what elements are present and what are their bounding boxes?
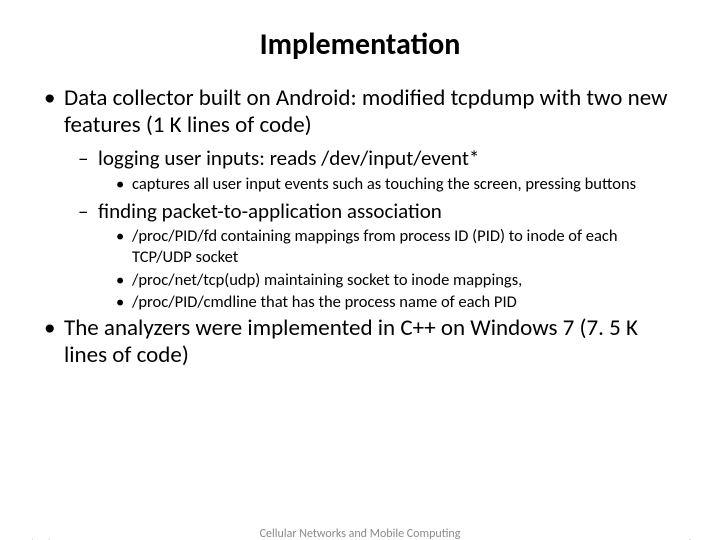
slide-content: Data collector built on Android: modifie…	[0, 85, 720, 369]
slide-title: Implementation	[0, 26, 720, 63]
bullet-lvl3: captures all user input events such as t…	[40, 174, 680, 195]
footer-center: Cellular Networks and Mobile Computing (…	[0, 527, 720, 540]
bullet-lvl3: /proc/PID/cmdline that has the process n…	[40, 292, 680, 313]
slide: Implementation Data collector built on A…	[0, 26, 720, 540]
bullet-lvl1: Data collector built on Android: modifie…	[40, 85, 680, 139]
bullet-lvl3: /proc/PID/fd containing mappings from pr…	[40, 226, 680, 267]
slide-footer: 3/24/14 Cellular Networks and Mobile Com…	[0, 527, 720, 540]
bullet-lvl1: The analyzers were implemented in C++ on…	[40, 315, 680, 369]
bullet-lvl2: finding packet-to-application associatio…	[40, 198, 680, 224]
bullet-lvl3: /proc/net/tcp(udp) maintaining socket to…	[40, 270, 680, 291]
bullet-lvl2: logging user inputs: reads /dev/input/ev…	[40, 145, 680, 171]
footer-center-line1: Cellular Networks and Mobile Computing	[260, 527, 461, 540]
